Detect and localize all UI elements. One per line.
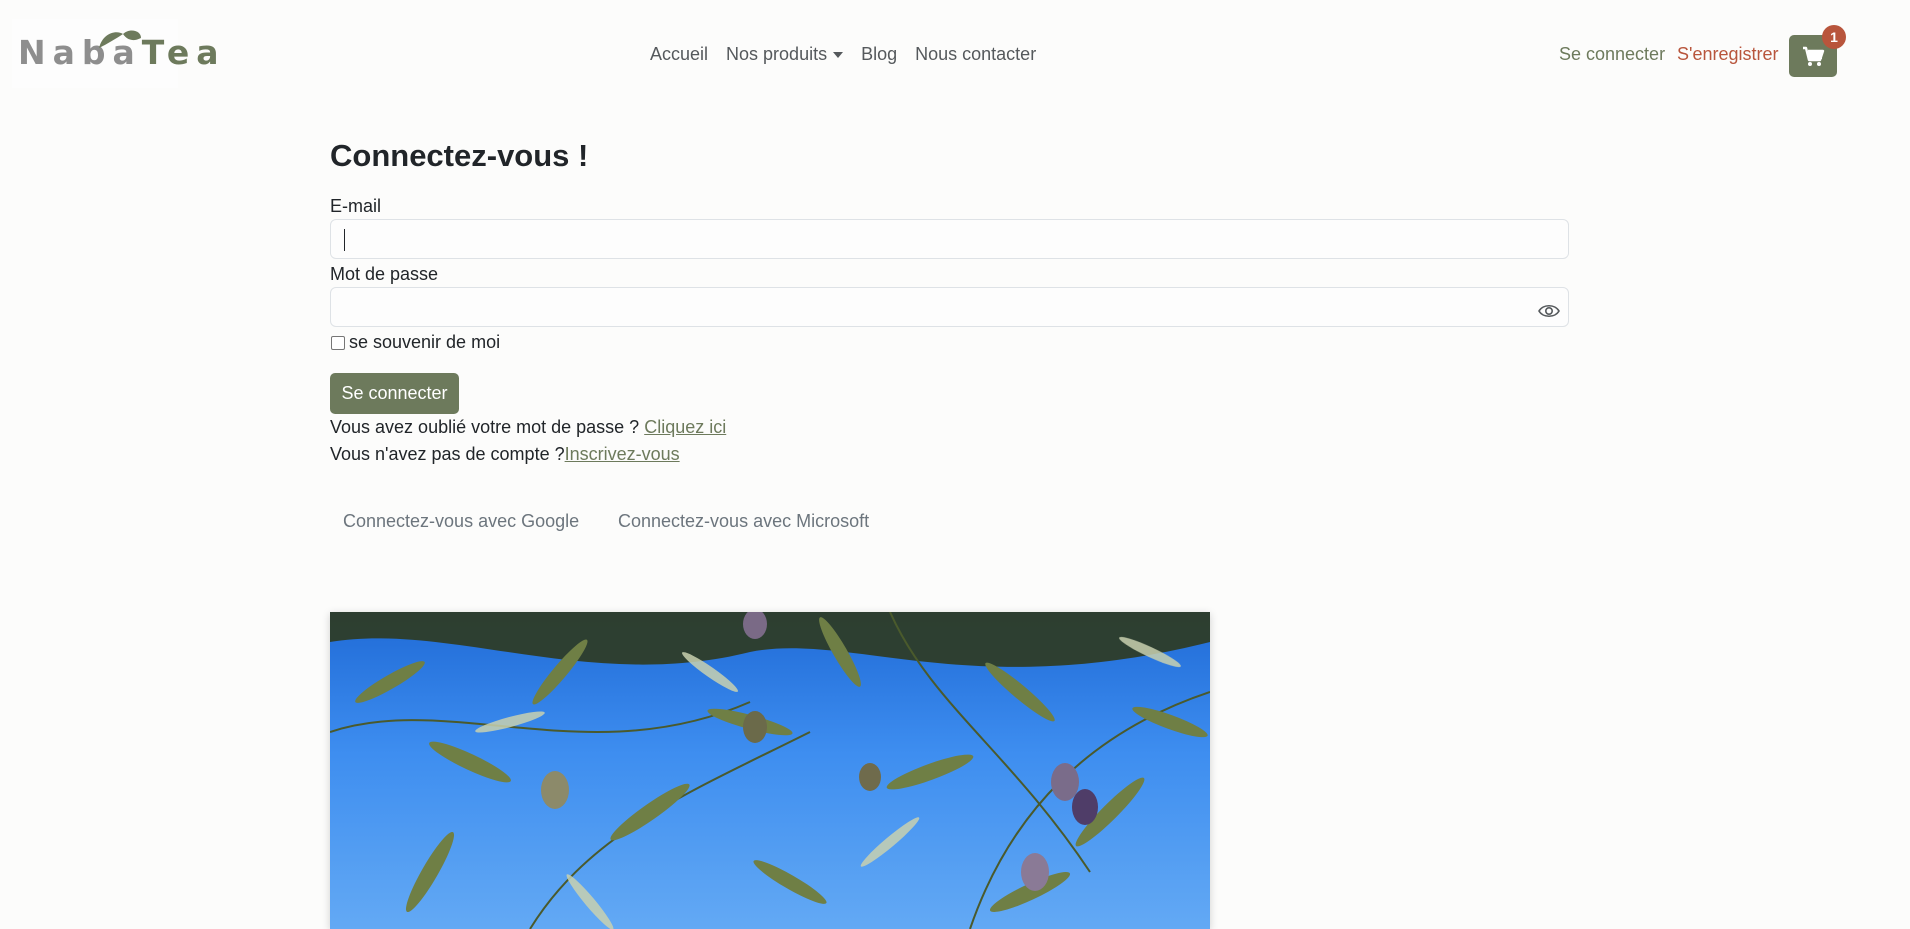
nav-blog-link[interactable]: Blog — [861, 44, 897, 65]
navbar: NabaTea Accueil Nos produits Blog Nous c… — [0, 0, 1910, 112]
login-link[interactable]: Se connecter — [1559, 44, 1665, 65]
forgot-password-link[interactable]: Cliquez ici — [644, 417, 726, 437]
email-label: E-mail — [330, 196, 382, 216]
nav-products-label: Nos produits — [726, 44, 828, 64]
forgot-password-line: Vous avez oublié votre mot de passe ? Cl… — [330, 417, 726, 438]
eye-icon[interactable] — [1538, 302, 1560, 320]
cart-count-badge: 1 — [1822, 25, 1846, 49]
leaf-icon — [99, 30, 141, 48]
register-link[interactable]: S'enregistrer — [1677, 44, 1778, 65]
signup-line: Vous n'avez pas de compte ?Inscrivez-vou… — [330, 444, 680, 465]
password-field[interactable] — [330, 287, 1569, 327]
remember-me-label: se souvenir de moi — [349, 332, 501, 352]
signup-link[interactable]: Inscrivez-vous — [565, 444, 680, 464]
olive-tree-photo — [330, 612, 1210, 929]
main-nav: Accueil Nos produits Blog Nous contacter — [650, 44, 1054, 65]
remember-me-checkbox[interactable] — [331, 336, 345, 350]
nav-home-link[interactable]: Accueil — [650, 44, 708, 65]
forgot-password-text: Vous avez oublié votre mot de passe ? — [330, 417, 645, 437]
login-submit-button[interactable]: Se connecter — [330, 373, 459, 414]
google-login-button[interactable]: Connectez-vous avec Google — [343, 511, 579, 532]
chevron-down-icon — [833, 52, 844, 59]
password-label: Mot de passe — [330, 264, 439, 284]
olive-branches-illustration — [330, 612, 1210, 929]
nav-products-dropdown[interactable]: Nos produits — [726, 44, 844, 65]
microsoft-login-button[interactable]: Connectez-vous avec Microsoft — [618, 511, 869, 532]
nav-contact-link[interactable]: Nous contacter — [915, 44, 1036, 65]
brand-logo[interactable]: NabaTea — [12, 19, 219, 88]
signup-text: Vous n'avez pas de compte ? — [330, 444, 565, 464]
page-title: Connectez-vous ! — [330, 138, 589, 173]
text-cursor — [344, 229, 345, 251]
email-field[interactable] — [330, 219, 1569, 259]
